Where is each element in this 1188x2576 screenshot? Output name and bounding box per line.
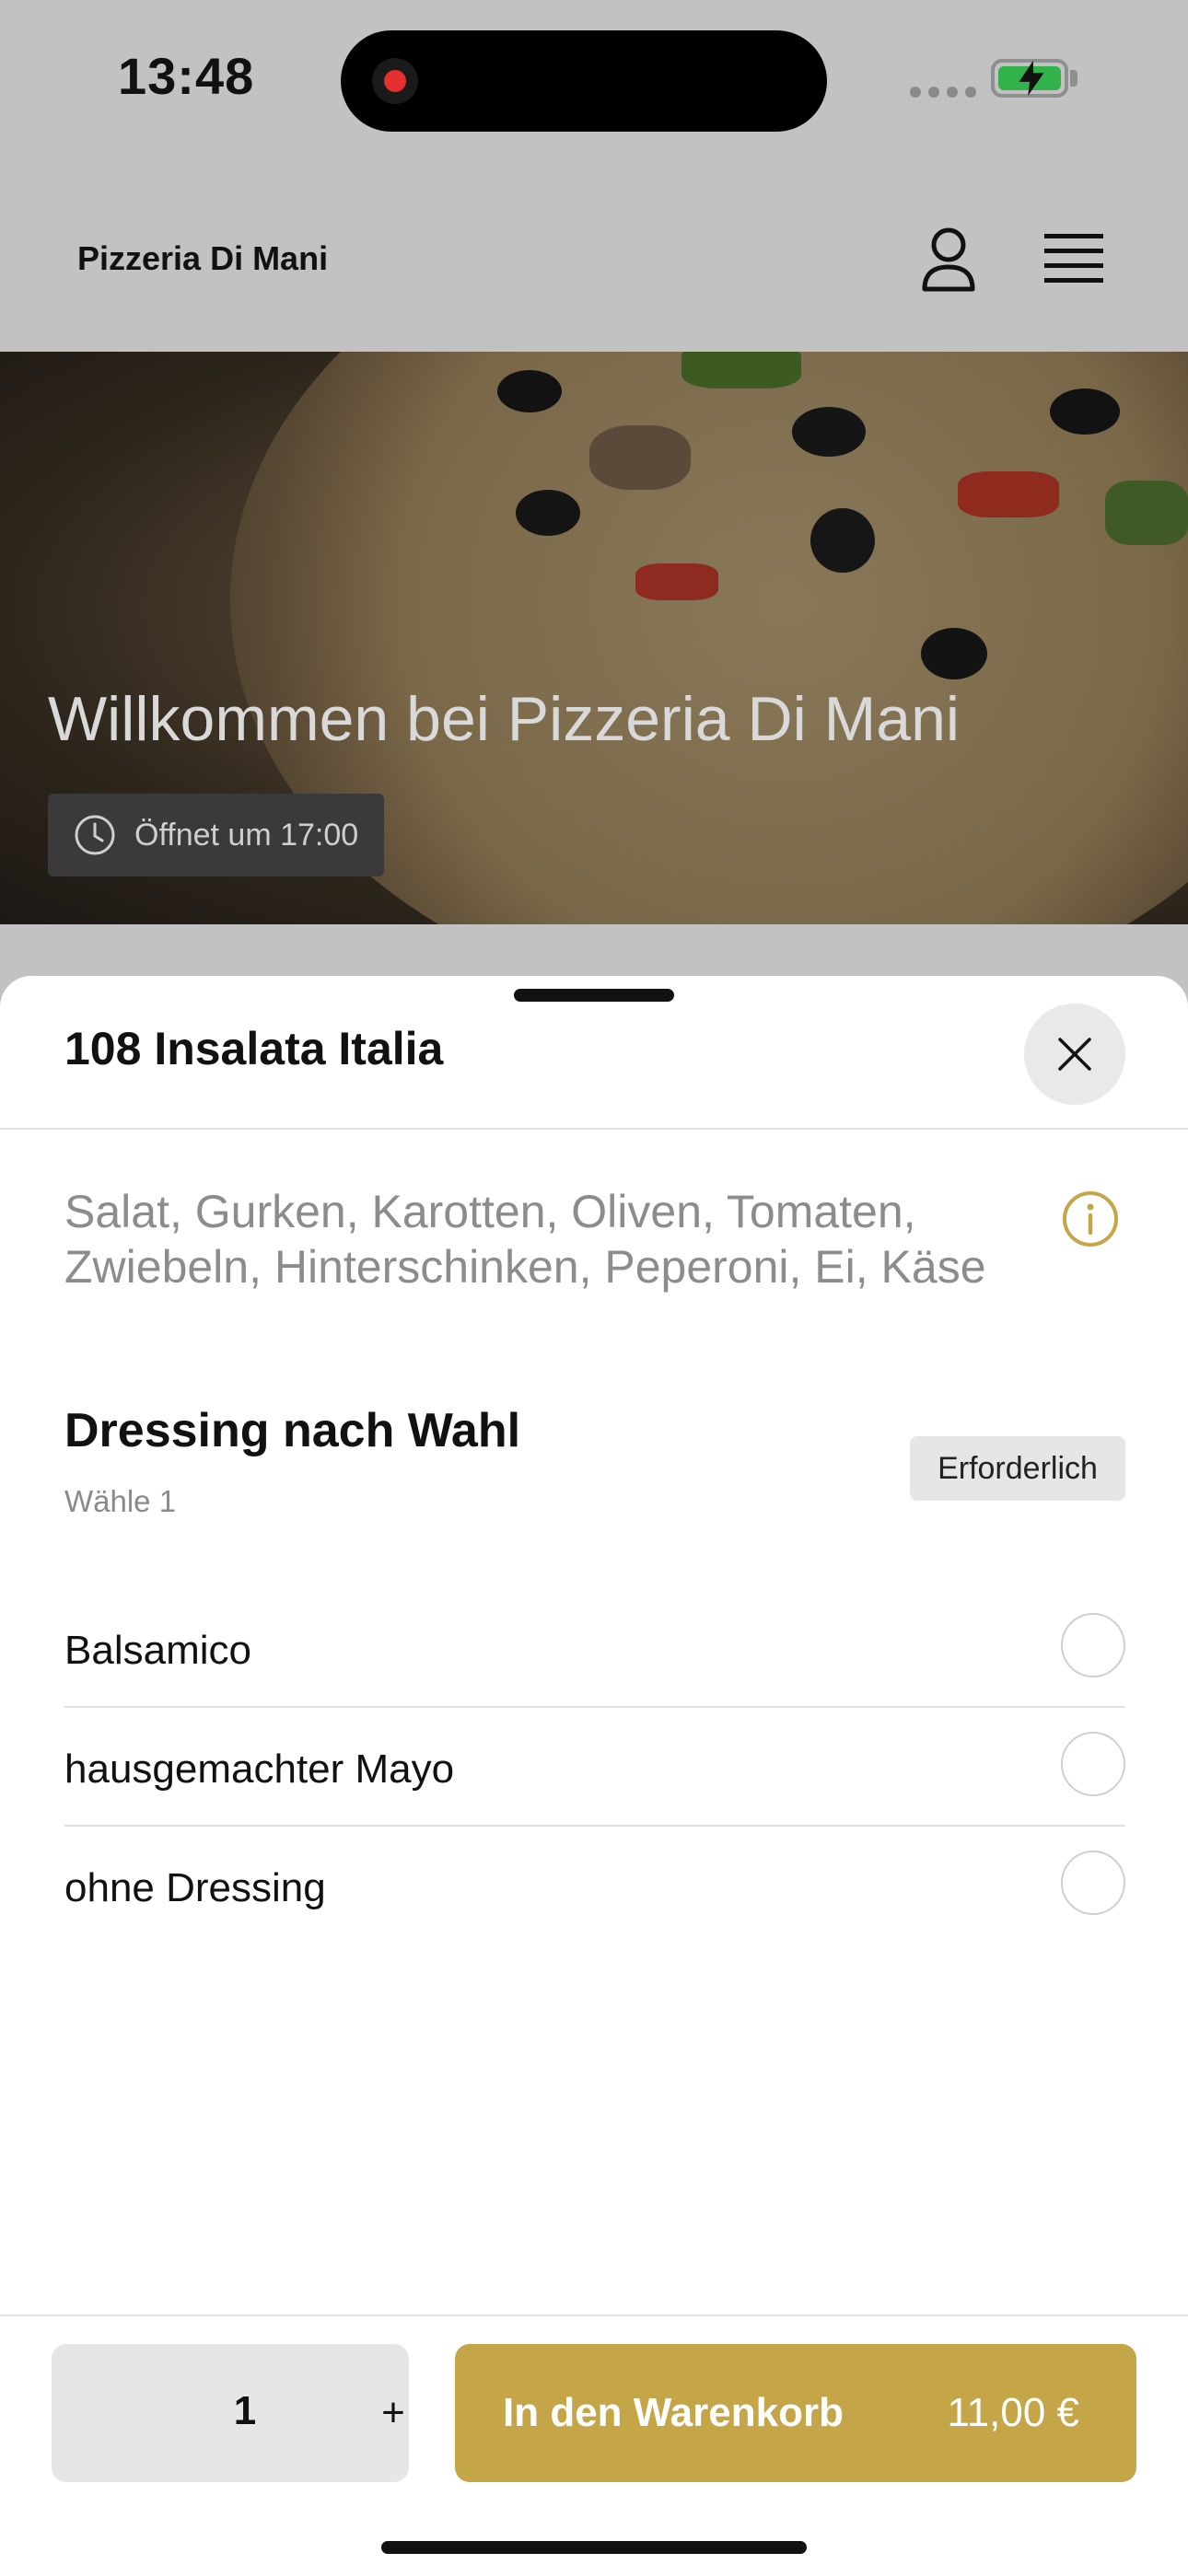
info-icon[interactable] xyxy=(1061,1189,1120,1248)
quantity-value: 1 xyxy=(233,2388,257,2433)
add-to-cart-button[interactable]: In den Warenkorb 11,00 € xyxy=(455,2344,1136,2482)
option-label: ohne Dressing xyxy=(64,1865,326,1910)
option-balsamico[interactable]: Balsamico xyxy=(64,1589,1125,1708)
item-description: Salat, Gurken, Karotten, Oliven, Tomaten… xyxy=(64,1186,986,1293)
user-icon[interactable] xyxy=(921,226,976,293)
sheet-footer: 1 + In den Warenkorb 11,00 € xyxy=(0,2315,1188,2576)
sheet-grabber[interactable] xyxy=(514,989,674,1002)
clock-icon xyxy=(75,815,115,855)
item-title: 108 Insalata Italia xyxy=(64,1023,444,1074)
option-group-subtitle: Wähle 1 xyxy=(64,1484,177,1518)
increase-quantity-button[interactable]: + xyxy=(361,2381,425,2445)
brand-name[interactable]: Pizzeria Di Mani xyxy=(77,239,328,278)
cellular-signal-icon xyxy=(910,87,976,98)
dynamic-island xyxy=(341,30,827,132)
price-label: 11,00 € xyxy=(947,2390,1079,2435)
recording-indicator-icon xyxy=(372,58,418,104)
close-icon xyxy=(1058,1038,1091,1071)
close-button[interactable] xyxy=(1024,1004,1125,1105)
divider xyxy=(0,1128,1188,1130)
option-group-title: Dressing nach Wahl xyxy=(64,1404,521,1457)
option-label: Balsamico xyxy=(64,1628,251,1673)
hamburger-menu-icon[interactable] xyxy=(1044,232,1103,287)
option-hausgemachter-mayo[interactable]: hausgemachter Mayo xyxy=(64,1708,1125,1827)
quantity-stepper: 1 + xyxy=(52,2344,409,2482)
status-time: 13:48 xyxy=(118,47,255,105)
required-badge: Erforderlich xyxy=(910,1436,1125,1501)
option-ohne-dressing[interactable]: ohne Dressing xyxy=(64,1827,1125,1944)
item-detail-sheet: 108 Insalata Italia Salat, Gurken, Karot… xyxy=(0,976,1188,2576)
opening-hours-chip: Öffnet um 17:00 xyxy=(48,794,385,876)
dressing-options-list: Balsamico hausgemachter Mayo ohne Dressi… xyxy=(64,1589,1125,1944)
charging-bolt-icon xyxy=(1019,60,1044,97)
radio-button[interactable] xyxy=(1061,1732,1125,1796)
radio-button[interactable] xyxy=(1061,1851,1125,1915)
hero-banner: Willkommen bei Pizzeria Di Mani Öffnet u… xyxy=(0,352,1188,924)
app-header: Pizzeria Di Mani xyxy=(0,175,1188,352)
add-to-cart-label: In den Warenkorb xyxy=(503,2390,844,2435)
opening-hours-text: Öffnet um 17:00 xyxy=(134,817,359,853)
hero-title: Willkommen bei Pizzeria Di Mani xyxy=(48,684,961,754)
option-label: hausgemachter Mayo xyxy=(64,1746,455,1792)
status-bar: 13:48 xyxy=(0,0,1188,175)
radio-button[interactable] xyxy=(1061,1613,1125,1677)
home-indicator xyxy=(381,2541,807,2554)
